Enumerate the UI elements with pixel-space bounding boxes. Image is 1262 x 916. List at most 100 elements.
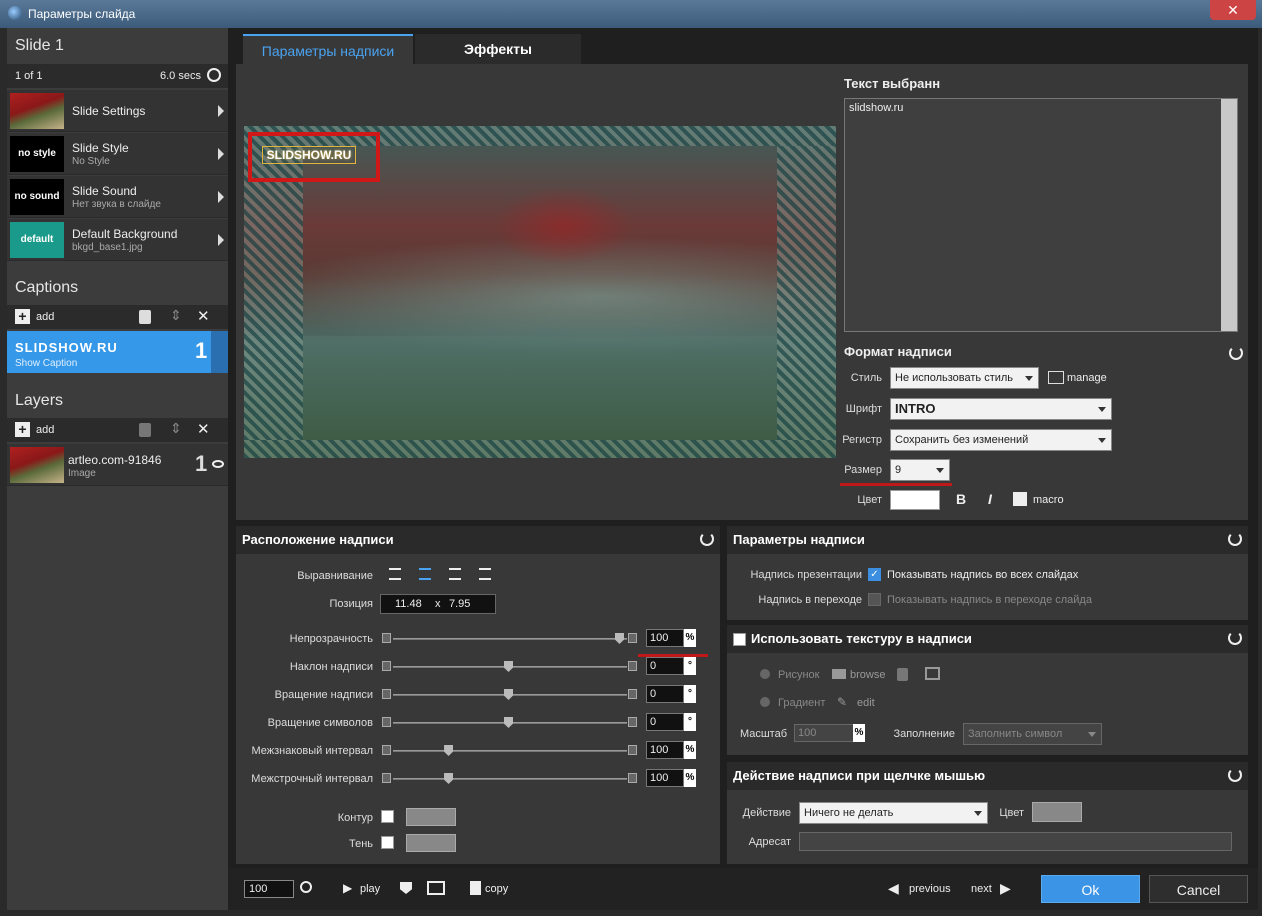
slider-value-input[interactable]: 100: [646, 769, 684, 787]
position-field[interactable]: 11.48 x 7.95: [380, 594, 496, 614]
eye-icon[interactable]: [211, 331, 228, 373]
text-macro-icon[interactable]: [1013, 492, 1027, 506]
macro-button[interactable]: macro: [1033, 494, 1064, 506]
tools-icon[interactable]: ✕: [197, 420, 210, 438]
slider-value-input[interactable]: 100: [646, 629, 684, 647]
search-icon[interactable]: [300, 881, 312, 893]
arrow-left-icon[interactable]: ◀: [888, 880, 899, 897]
slider-value-input[interactable]: 100: [646, 741, 684, 759]
shadow-color-swatch[interactable]: [406, 834, 456, 852]
reorder-icon[interactable]: ⇕: [170, 420, 182, 437]
slider-increment-button[interactable]: [628, 773, 637, 783]
caption-text-area[interactable]: slidshow.ru: [844, 98, 1238, 332]
show-all-slides-checkbox[interactable]: ✓: [868, 568, 881, 581]
bold-button[interactable]: B: [956, 491, 966, 507]
reset-icon[interactable]: [700, 532, 714, 546]
slider-knob[interactable]: [504, 661, 513, 672]
add-caption-button[interactable]: add: [36, 311, 54, 323]
action-color-swatch[interactable]: [1032, 802, 1082, 822]
slider-knob[interactable]: [444, 745, 454, 756]
reset-icon[interactable]: [1228, 768, 1242, 782]
slider-increment-button[interactable]: [628, 689, 637, 699]
caption-list-item[interactable]: SLIDSHOW.RU Show Caption 1: [7, 331, 228, 373]
action-select[interactable]: Ничего не делать: [799, 802, 988, 824]
style-select[interactable]: Не использовать стиль: [890, 367, 1039, 389]
text-scrollbar[interactable]: [1221, 99, 1237, 331]
align-center-icon[interactable]: [419, 568, 431, 580]
arrow-right-icon[interactable]: ▶: [1000, 880, 1011, 897]
layer-list-item[interactable]: artleo.com-91846 Image 1: [7, 444, 228, 486]
italic-button[interactable]: I: [988, 491, 992, 507]
caption-on-slide[interactable]: SLIDSHOW.RU: [262, 146, 356, 164]
slider-increment-button[interactable]: [628, 633, 637, 643]
slide-preview[interactable]: SLIDSHOW.RU: [244, 126, 836, 458]
manage-icon[interactable]: [1048, 371, 1064, 384]
trash-icon[interactable]: [897, 668, 908, 681]
align-justify-icon[interactable]: [479, 568, 491, 580]
tools-icon[interactable]: ✕: [197, 307, 210, 325]
manage-button[interactable]: manage: [1067, 372, 1107, 384]
trash-icon[interactable]: [139, 423, 151, 437]
tab-caption-params[interactable]: Параметры надписи: [243, 34, 413, 64]
previous-button[interactable]: previous: [909, 883, 951, 895]
edit-button[interactable]: edit: [857, 697, 875, 709]
scale-input[interactable]: 100: [794, 724, 854, 742]
play-icon[interactable]: ▶: [343, 881, 352, 895]
slider-increment-button[interactable]: [628, 661, 637, 671]
eye-icon[interactable]: [212, 460, 224, 468]
picture-radio[interactable]: [760, 669, 770, 679]
slider-track[interactable]: [393, 778, 627, 780]
frame-icon[interactable]: [427, 881, 445, 895]
slider-decrement-button[interactable]: [382, 773, 391, 783]
pencil-icon[interactable]: ✎: [837, 695, 847, 709]
reset-icon[interactable]: [1229, 346, 1243, 360]
browse-button[interactable]: browse: [850, 669, 885, 681]
sidebar-item-slide-settings[interactable]: Slide Settings: [7, 90, 228, 132]
slider-track[interactable]: [393, 750, 627, 752]
trash-icon[interactable]: [139, 310, 151, 324]
outline-color-swatch[interactable]: [406, 808, 456, 826]
slider-knob[interactable]: [504, 689, 513, 700]
show-in-transition-checkbox[interactable]: [868, 593, 881, 606]
play-button[interactable]: play: [360, 883, 380, 895]
import-icon[interactable]: [925, 667, 940, 680]
add-icon[interactable]: +: [15, 309, 30, 324]
sidebar-item-slide-sound[interactable]: no sound Slide Sound Нет звука в слайде: [7, 176, 228, 218]
use-texture-checkbox[interactable]: [733, 633, 746, 646]
position-x[interactable]: 11.48: [395, 598, 422, 610]
size-select[interactable]: 9: [890, 459, 950, 481]
sidebar-item-slide-style[interactable]: no style Slide Style No Style: [7, 133, 228, 175]
zoom-input[interactable]: 100: [244, 880, 294, 898]
slider-decrement-button[interactable]: [382, 633, 391, 643]
color-swatch[interactable]: [890, 490, 940, 510]
fill-select[interactable]: Заполнить символ: [963, 723, 1102, 745]
sidebar-item-background[interactable]: default Default Background bkgd_base1.jp…: [7, 219, 228, 261]
reset-icon[interactable]: [1228, 631, 1242, 645]
target-input[interactable]: [799, 832, 1232, 851]
slider-decrement-button[interactable]: [382, 689, 391, 699]
shadow-checkbox[interactable]: [381, 836, 394, 849]
align-left-icon[interactable]: [389, 568, 401, 580]
add-icon[interactable]: +: [15, 422, 30, 437]
copy-button[interactable]: copy: [485, 883, 508, 895]
gradient-radio[interactable]: [760, 697, 770, 707]
cancel-button[interactable]: Cancel: [1149, 875, 1248, 903]
slider-decrement-button[interactable]: [382, 745, 391, 755]
slider-value-input[interactable]: 0: [646, 657, 684, 675]
slider-value-input[interactable]: 0: [646, 713, 684, 731]
font-select[interactable]: INTRO: [890, 398, 1112, 420]
clipboard-icon[interactable]: [470, 881, 481, 895]
case-select[interactable]: Сохранить без изменений: [890, 429, 1112, 451]
position-y[interactable]: 7.95: [449, 598, 470, 610]
marker-icon[interactable]: [400, 882, 412, 894]
slider-knob[interactable]: [504, 717, 513, 728]
slider-value-input[interactable]: 0: [646, 685, 684, 703]
ok-button[interactable]: Ok: [1041, 875, 1140, 903]
slider-decrement-button[interactable]: [382, 717, 391, 727]
reset-icon[interactable]: [1228, 532, 1242, 546]
close-button[interactable]: ✕: [1210, 0, 1256, 20]
slider-decrement-button[interactable]: [382, 661, 391, 671]
folder-icon[interactable]: [832, 669, 846, 679]
slider-knob[interactable]: [615, 633, 624, 644]
slider-increment-button[interactable]: [628, 717, 637, 727]
